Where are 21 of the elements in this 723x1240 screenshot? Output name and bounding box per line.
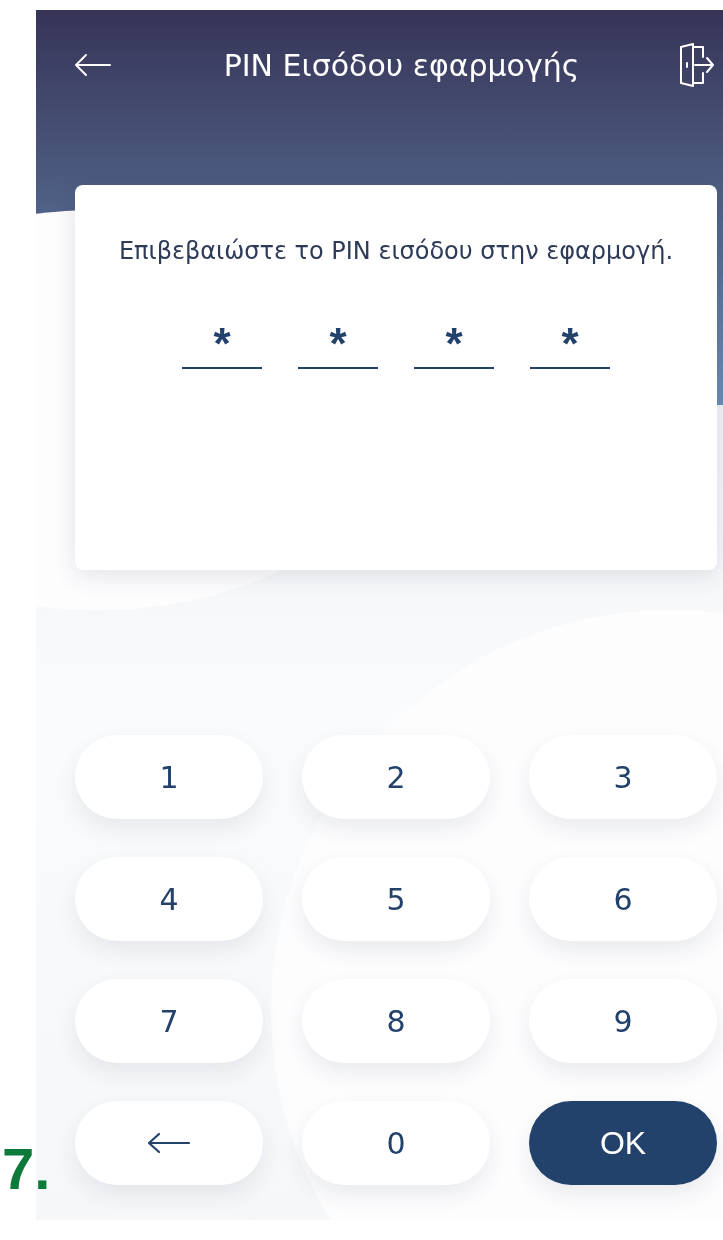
digit-key[interactable]: 7	[75, 979, 263, 1063]
digit-key[interactable]: 3	[529, 735, 717, 819]
arrow-left-icon	[147, 1132, 191, 1154]
digit-key[interactable]: 9	[529, 979, 717, 1063]
screen-title: PIN Εισόδου εφαρμογής	[222, 47, 581, 83]
ok-button[interactable]: OK	[529, 1101, 717, 1185]
digit-key[interactable]: 4	[75, 857, 263, 941]
digit-key[interactable]: 5	[302, 857, 490, 941]
pin-digit-field: *	[298, 321, 378, 369]
digit-key[interactable]: 1	[75, 735, 263, 819]
step-number: 7.	[2, 1140, 51, 1198]
logout-icon[interactable]	[677, 43, 715, 87]
digit-key[interactable]: 6	[529, 857, 717, 941]
back-icon[interactable]	[74, 53, 112, 77]
pin-digit-field: *	[182, 321, 262, 369]
pin-digit-field: *	[414, 321, 494, 369]
digit-key[interactable]: 8	[302, 979, 490, 1063]
pin-digit-field: *	[530, 321, 610, 369]
digit-key[interactable]: 0	[302, 1101, 490, 1185]
instruction-text: Επιβεβαιώστε το PIN εισόδου στην εφαρμογή.	[118, 236, 674, 267]
digit-key[interactable]: 2	[302, 735, 490, 819]
